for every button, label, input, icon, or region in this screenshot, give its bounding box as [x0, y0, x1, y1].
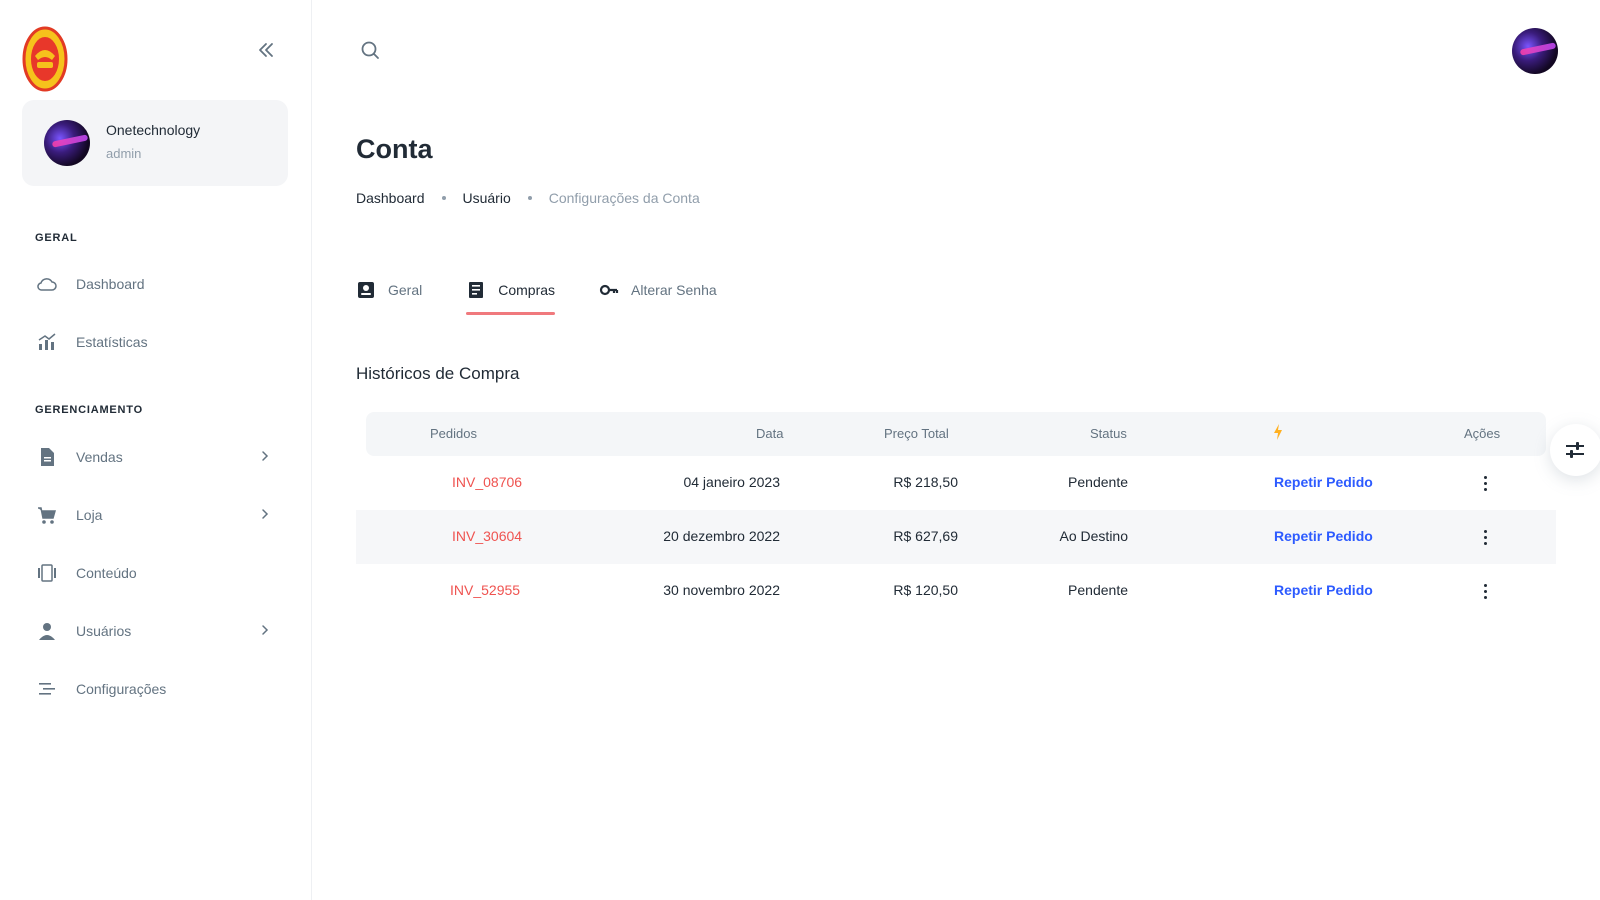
chevron-right-icon [258, 507, 272, 521]
tab-label: Alterar Senha [631, 282, 717, 298]
search-button[interactable] [358, 38, 382, 62]
sidebar-item-label: Dashboard [76, 276, 145, 292]
sidebar-item-label: Loja [76, 507, 103, 523]
key-icon [599, 280, 619, 300]
column-header-status[interactable]: Status [1090, 426, 1127, 441]
tab-label: Compras [498, 282, 556, 298]
order-id-link[interactable]: INV_52955 [450, 582, 520, 598]
repeat-order-button[interactable]: Repetir Pedido [1274, 582, 1373, 598]
sidebar-item-conteudo[interactable]: Conteúdo [26, 551, 288, 595]
lightning-icon [1272, 423, 1284, 444]
table-row: INV_30604 20 dezembro 2022 R$ 627,69 Ao … [356, 510, 1556, 564]
avatar [44, 120, 90, 166]
order-status: Pendente [1068, 474, 1128, 490]
order-total: R$ 120,50 [893, 582, 958, 598]
sidebar-item-dashboard[interactable]: Dashboard [26, 262, 288, 306]
purchase-history-title: Históricos de Compra [356, 364, 520, 383]
table-row: INV_52955 30 novembro 2022 R$ 120,50 Pen… [356, 564, 1556, 618]
sidebar-item-label: Estatísticas [76, 334, 148, 350]
analytics-icon [36, 331, 58, 353]
sidebar: Onetechnology admin GERAL Dashboard Esta… [0, 0, 312, 900]
sidebar-item-label: Conteúdo [76, 565, 137, 581]
logo[interactable] [22, 26, 68, 92]
page-title: Conta [356, 134, 433, 164]
column-header-acoes: Ações [1464, 426, 1501, 441]
sidebar-item-label: Vendas [76, 449, 123, 465]
order-date: 30 novembro 2022 [663, 582, 780, 598]
breadcrumb-link-dashboard[interactable]: Dashboard [356, 190, 425, 206]
order-total: R$ 627,69 [893, 528, 958, 544]
sidebar-item-statistics[interactable]: Estatísticas [26, 320, 288, 364]
sidebar-item-configuracoes[interactable]: Configurações [26, 667, 288, 711]
table-row: INV_08706 04 janeiro 2023 R$ 218,50 Pend… [356, 456, 1556, 510]
more-vertical-icon[interactable] [1476, 471, 1494, 495]
account-name: Onetechnology [106, 122, 201, 138]
sidebar-item-usuarios[interactable]: Usuários [26, 609, 288, 653]
more-vertical-icon[interactable] [1476, 579, 1494, 603]
order-id-link[interactable]: INV_08706 [452, 474, 522, 490]
column-header-preco-total[interactable]: Preço Total [884, 426, 949, 441]
sidebar-item-loja[interactable]: Loja [26, 493, 288, 537]
invoice-icon [36, 446, 58, 468]
double-chevron-left-icon [259, 43, 273, 57]
tab-geral[interactable]: Geral [356, 270, 422, 310]
user-icon [36, 620, 58, 642]
collapse-sidebar-button[interactable] [254, 38, 278, 62]
nav-section-label: GERAL [35, 232, 78, 244]
cart-icon [36, 504, 58, 526]
tab-alterar-senha[interactable]: Alterar Senha [599, 270, 717, 310]
sidebar-item-vendas[interactable]: Vendas [26, 435, 288, 479]
chevron-right-icon [258, 449, 272, 463]
sliders-icon [1566, 442, 1584, 458]
content-icon [36, 562, 58, 584]
breadcrumb-current: Configurações da Conta [548, 190, 700, 206]
repeat-order-button[interactable]: Repetir Pedido [1274, 474, 1373, 490]
settings-drawer-button[interactable] [1550, 424, 1600, 476]
id-card-icon [356, 280, 376, 300]
settings-icon [36, 678, 58, 700]
account-tabs: Geral Compras Alterar Senha [356, 270, 761, 316]
table-header: Pedidos Data Preço Total Status Ações [366, 412, 1546, 456]
order-id-link[interactable]: INV_30604 [452, 528, 522, 544]
order-date: 20 dezembro 2022 [663, 528, 780, 544]
order-status: Pendente [1068, 582, 1128, 598]
tab-compras[interactable]: Compras [466, 270, 556, 315]
sidebar-item-label: Configurações [76, 681, 167, 697]
account-role: admin [106, 146, 142, 161]
order-status: Ao Destino [1059, 528, 1128, 544]
tab-label: Geral [388, 282, 423, 298]
account-card[interactable]: Onetechnology admin [22, 100, 288, 186]
purchase-history-table: Pedidos Data Preço Total Status Ações IN… [356, 412, 1556, 624]
nav-section-label: GERENCIAMENTO [35, 404, 143, 416]
chevron-right-icon [258, 623, 272, 637]
user-avatar-button[interactable] [1512, 28, 1558, 74]
breadcrumb-link-usuario[interactable]: Usuário [463, 190, 511, 206]
column-header-data[interactable]: Data [756, 426, 783, 441]
breadcrumb: Dashboard Usuário Configurações da Conta [356, 190, 700, 206]
sidebar-item-label: Usuários [76, 623, 132, 639]
cloud-icon [36, 273, 58, 295]
search-icon [361, 41, 379, 59]
receipt-icon [466, 280, 486, 300]
order-total: R$ 218,50 [893, 474, 958, 490]
more-vertical-icon[interactable] [1476, 525, 1494, 549]
breadcrumb-separator [527, 196, 532, 200]
breadcrumb-separator [441, 196, 446, 200]
column-header-pedidos[interactable]: Pedidos [430, 426, 477, 441]
repeat-order-button[interactable]: Repetir Pedido [1274, 528, 1373, 544]
order-date: 04 janeiro 2023 [683, 474, 780, 490]
